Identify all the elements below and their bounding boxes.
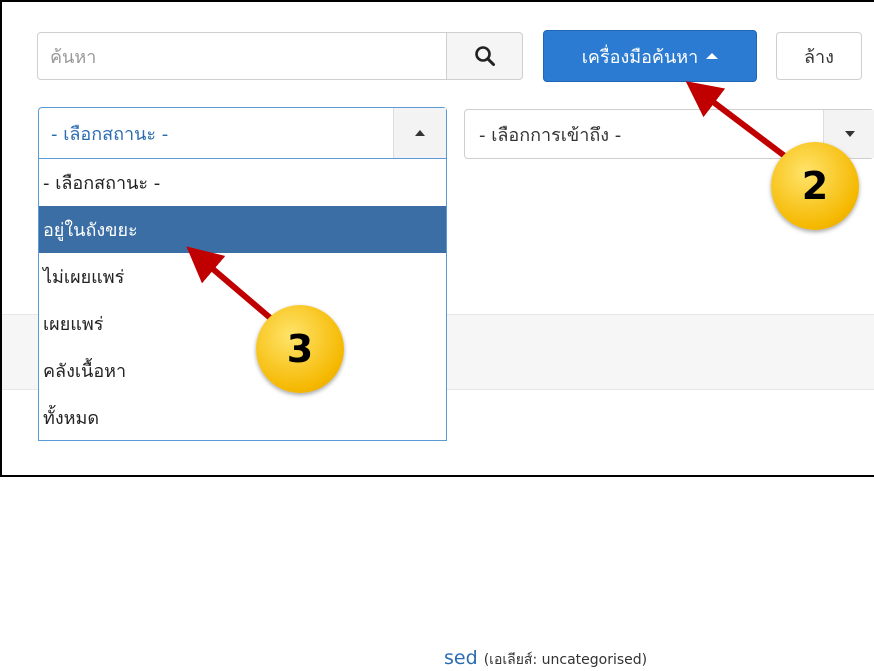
category-alias: (เอเลียส์: uncategorised) [483, 652, 648, 668]
callout-number: 2 [801, 164, 829, 208]
arrow-step2 [685, 81, 792, 163]
callout-step-2: 2 [771, 142, 859, 230]
callout-step-3: 3 [256, 305, 344, 393]
annotation-arrows [186, 81, 792, 325]
category-row-text: sed (เอเลียส์: uncategorised) [444, 647, 647, 671]
category-link[interactable]: sed [444, 647, 478, 669]
arrow-step3 [186, 246, 277, 325]
callout-number: 3 [286, 327, 314, 371]
